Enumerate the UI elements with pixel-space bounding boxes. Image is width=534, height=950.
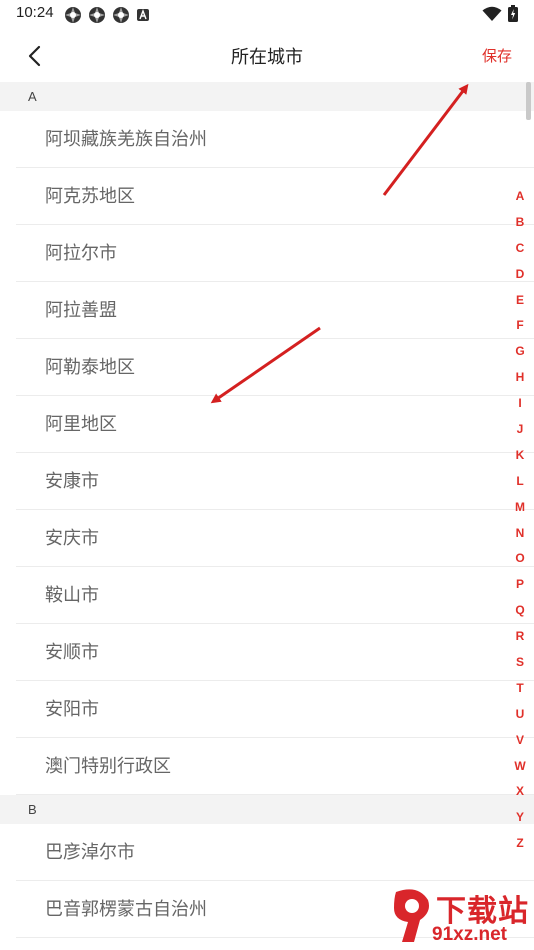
section-header-b: B <box>0 795 534 824</box>
city-item[interactable]: 阿拉善盟 <box>0 282 534 339</box>
scrollbar-thumb[interactable] <box>526 82 531 120</box>
index-letter-n[interactable]: N <box>510 521 530 547</box>
city-item[interactable]: 阿克苏地区 <box>0 168 534 225</box>
city-item[interactable]: 澳门特别行政区 <box>0 738 534 795</box>
index-letter-j[interactable]: J <box>510 417 530 443</box>
city-item[interactable]: 阿里地区 <box>0 396 534 453</box>
index-letter-p[interactable]: P <box>510 572 530 598</box>
status-bar: 10:24 <box>0 0 534 30</box>
index-letter-t[interactable]: T <box>510 676 530 702</box>
app-icon <box>113 7 129 23</box>
index-letter-s[interactable]: S <box>510 650 530 676</box>
city-item[interactable]: 阿勒泰地区 <box>0 339 534 396</box>
index-letter-e[interactable]: E <box>510 288 530 314</box>
status-right-icons <box>482 5 518 22</box>
alphabet-index-bar[interactable]: A B C D E F G H I J K L M N O P Q R S T … <box>510 184 530 857</box>
index-letter-w[interactable]: W <box>510 754 530 780</box>
watermark-site: 91xz.net <box>432 924 507 945</box>
city-item[interactable]: 安康市 <box>0 453 534 510</box>
watermark: 下载站 91xz.net <box>388 884 534 950</box>
index-letter-b[interactable]: B <box>510 210 530 236</box>
index-letter-z[interactable]: Z <box>510 831 530 857</box>
notification-icons <box>64 6 150 24</box>
index-letter-c[interactable]: C <box>510 236 530 262</box>
city-item[interactable]: 安阳市 <box>0 681 534 738</box>
index-letter-o[interactable]: O <box>510 546 530 572</box>
city-item[interactable]: 阿拉尔市 <box>0 225 534 282</box>
city-item[interactable]: 鞍山市 <box>0 567 534 624</box>
city-item[interactable]: 安庆市 <box>0 510 534 567</box>
index-letter-a[interactable]: A <box>510 184 530 210</box>
index-letter-y[interactable]: Y <box>510 805 530 831</box>
index-letter-l[interactable]: L <box>510 469 530 495</box>
index-letter-g[interactable]: G <box>510 339 530 365</box>
index-letter-h[interactable]: H <box>510 365 530 391</box>
status-time: 10:24 <box>16 4 54 21</box>
city-item[interactable]: 巴彦淖尔市 <box>0 824 534 881</box>
index-letter-d[interactable]: D <box>510 262 530 288</box>
index-letter-f[interactable]: F <box>510 313 530 339</box>
battery-icon <box>508 5 518 22</box>
index-letter-v[interactable]: V <box>510 728 530 754</box>
wifi-icon <box>482 6 502 21</box>
save-button[interactable]: 保存 <box>482 45 512 66</box>
city-item[interactable]: 阿坝藏族羌族自治州 <box>0 111 534 168</box>
index-letter-i[interactable]: I <box>510 391 530 417</box>
app-icon <box>65 7 81 23</box>
section-header-a: A <box>0 82 534 111</box>
index-letter-m[interactable]: M <box>510 495 530 521</box>
a-icon <box>137 9 149 21</box>
index-letter-q[interactable]: Q <box>510 598 530 624</box>
app-icon <box>89 7 105 23</box>
index-letter-r[interactable]: R <box>510 624 530 650</box>
city-item[interactable]: 安顺市 <box>0 624 534 681</box>
watermark-logo-icon <box>394 889 429 942</box>
page-title: 所在城市 <box>231 47 303 68</box>
city-list[interactable]: A 阿坝藏族羌族自治州 阿克苏地区 阿拉尔市 阿拉善盟 阿勒泰地区 阿里地区 安… <box>0 82 534 938</box>
index-letter-u[interactable]: U <box>510 702 530 728</box>
index-letter-x[interactable]: X <box>510 779 530 805</box>
index-letter-k[interactable]: K <box>510 443 530 469</box>
nav-bar: 所在城市 保存 <box>0 30 534 82</box>
